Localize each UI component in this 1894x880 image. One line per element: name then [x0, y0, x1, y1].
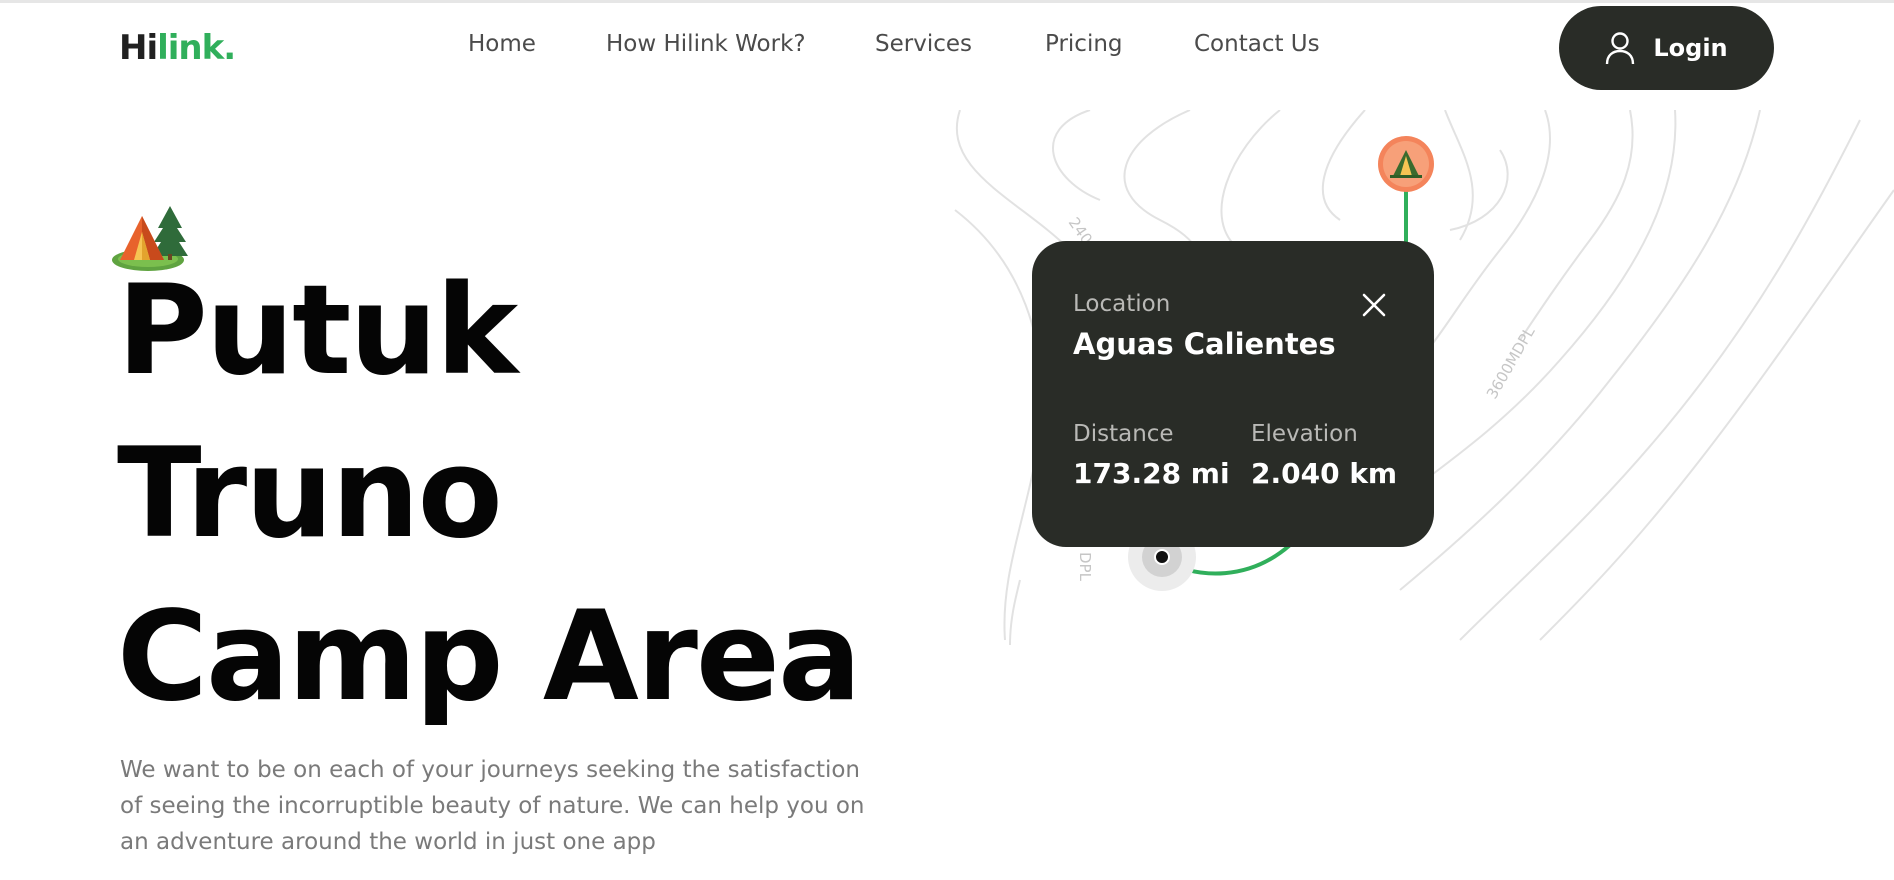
- hero-title-line: Truno: [117, 422, 503, 566]
- close-icon[interactable]: [1360, 291, 1388, 319]
- hero-title-line: Camp Area: [117, 585, 862, 729]
- distance-label: Distance: [1073, 421, 1174, 447]
- top-border: [0, 0, 1894, 3]
- logo-text-green: link.: [157, 28, 236, 68]
- nav-how-it-works[interactable]: How Hilink Work?: [606, 28, 806, 60]
- elevation-label: Elevation: [1251, 421, 1358, 447]
- hero-title-line: Putuk: [117, 259, 518, 403]
- nav-contact-us[interactable]: Contact Us: [1194, 28, 1320, 60]
- location-value: Aguas Calientes: [1073, 327, 1336, 361]
- logo-text-dark: Hi: [119, 28, 158, 68]
- contour-label: DPL: [1076, 552, 1094, 582]
- nav-pricing[interactable]: Pricing: [1045, 28, 1123, 60]
- start-point-icon[interactable]: [1154, 549, 1170, 565]
- nav-services[interactable]: Services: [875, 28, 972, 60]
- hero-description: We want to be on each of your journeys s…: [120, 757, 865, 855]
- login-label: Login: [1653, 34, 1728, 62]
- distance-value: 173.28 mi: [1073, 457, 1230, 490]
- user-icon: [1606, 32, 1635, 65]
- elevation-value: 2.040 km: [1251, 457, 1398, 490]
- logo[interactable]: Hilink.: [119, 28, 236, 68]
- login-button[interactable]: Login: [1559, 6, 1774, 90]
- hero-title: Putuk Truno Camp Area: [117, 250, 862, 739]
- location-info-card: Location Aguas Calientes Distance 173.28…: [1032, 241, 1434, 547]
- nav-home[interactable]: Home: [468, 28, 536, 60]
- tent-pin-icon[interactable]: [1378, 136, 1434, 192]
- location-label: Location: [1073, 291, 1171, 317]
